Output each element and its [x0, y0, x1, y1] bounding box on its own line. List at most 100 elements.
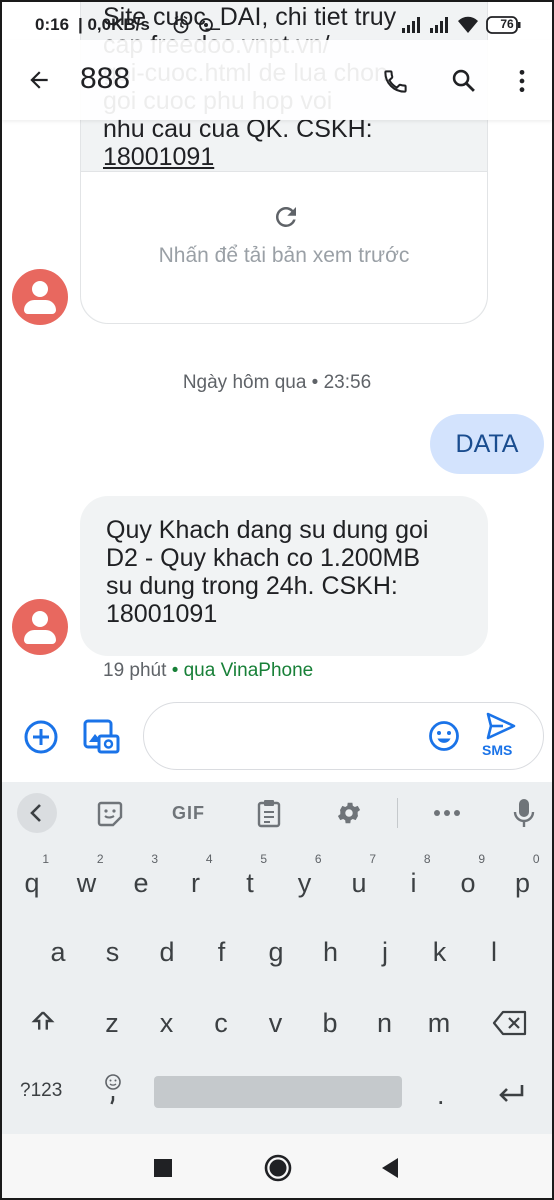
message-input[interactable] — [143, 702, 544, 770]
keyboard: GIF q1w2e3r4t5y6u7i8o9p0 asdfghjkl zxcvb… — [2, 782, 552, 1134]
emoji-icon[interactable] — [428, 720, 460, 752]
toolbar-divider — [397, 798, 398, 828]
chevron-left-icon[interactable] — [16, 792, 58, 834]
key-a[interactable]: a — [43, 937, 73, 968]
key-label: k — [432, 937, 447, 967]
key-number-hint: 9 — [478, 852, 485, 866]
phone-call-icon[interactable] — [382, 68, 409, 95]
key-number-hint: 6 — [314, 852, 322, 866]
key-label: a — [50, 937, 66, 967]
key-label: q — [24, 868, 40, 898]
message-meta: 19 phút • qua VinaPhone — [103, 660, 313, 682]
key-b[interactable]: b — [315, 1008, 345, 1039]
key-number-hint: 5 — [260, 852, 267, 866]
key-n[interactable]: n — [370, 1008, 400, 1039]
key-g[interactable]: g — [261, 937, 291, 968]
space-bar[interactable] — [154, 1076, 402, 1108]
message-bubble-received[interactable]: Quy Khach dang su dung goi D2 - Quy khac… — [80, 496, 488, 656]
key-label: z — [105, 1008, 119, 1038]
emoji-comma-key-icon[interactable] — [102, 1072, 124, 1108]
key-number-hint: 0 — [532, 852, 540, 866]
enter-return-icon[interactable] — [496, 1082, 526, 1106]
key-label: y — [297, 868, 312, 898]
phone-link[interactable]: 18001091 — [103, 143, 214, 171]
send-icon[interactable] — [486, 712, 516, 740]
key-p[interactable]: p0 — [508, 852, 540, 899]
key-number-hint: 3 — [151, 852, 158, 866]
key-m[interactable]: m — [424, 1008, 454, 1039]
date-divider: Ngày hôm qua • 23:56 — [182, 372, 372, 393]
add-circle-icon[interactable] — [23, 719, 59, 755]
shift-arrow-icon[interactable] — [30, 1008, 56, 1034]
key-l[interactable]: l — [479, 937, 509, 968]
key-e[interactable]: e3 — [126, 852, 158, 899]
key-s[interactable]: s — [98, 937, 128, 968]
app-header: 888 — [2, 40, 552, 120]
key-j[interactable]: j — [370, 937, 400, 968]
gif-button[interactable]: GIF — [172, 803, 205, 824]
key-r[interactable]: r4 — [181, 852, 213, 899]
status-time: 0:16 — [35, 15, 70, 34]
key-y[interactable]: y6 — [290, 852, 322, 899]
key-label: c — [214, 1008, 228, 1038]
key-d[interactable]: d — [152, 937, 182, 968]
more-horiz-icon[interactable] — [433, 809, 461, 817]
key-i[interactable]: i8 — [399, 852, 431, 899]
key-v[interactable]: v — [261, 1008, 291, 1039]
status-data-rate: | 0,0KB/s — [78, 15, 150, 34]
more-vert-icon[interactable] — [512, 68, 532, 94]
key-label: t — [246, 868, 254, 898]
key-k[interactable]: k — [425, 937, 455, 968]
conversation-title: 888 — [80, 62, 131, 95]
back-arrow-icon[interactable] — [26, 67, 52, 93]
backspace-icon[interactable] — [492, 1010, 528, 1036]
contact-avatar[interactable] — [12, 269, 68, 325]
system-navigation-bar — [2, 1134, 552, 1198]
microphone-icon[interactable] — [512, 797, 536, 829]
key-o[interactable]: o9 — [453, 852, 485, 899]
send-sms-label[interactable]: SMS — [482, 742, 512, 758]
key-label: p — [514, 868, 531, 898]
recents-square-icon[interactable] — [154, 1159, 172, 1177]
key-x[interactable]: x — [152, 1008, 182, 1039]
key-f[interactable]: f — [207, 937, 237, 968]
link-preview[interactable]: Nhấn để tải bản xem trước — [81, 171, 487, 323]
key-label: b — [322, 1008, 338, 1038]
alarm-icon — [173, 15, 213, 34]
message-composer: SMS — [2, 698, 552, 782]
key-label: w — [76, 868, 97, 898]
search-icon[interactable] — [450, 67, 478, 95]
key-label: d — [159, 937, 175, 967]
clipboard-icon[interactable] — [256, 798, 282, 828]
key-number-hint: 8 — [423, 852, 431, 866]
key-t[interactable]: t5 — [235, 852, 267, 899]
key-label: u — [351, 868, 367, 898]
key-w[interactable]: w2 — [72, 852, 104, 899]
period-key[interactable]: . — [437, 1080, 445, 1111]
message-bubble-sent[interactable]: DATA — [430, 414, 544, 474]
key-label: x — [159, 1008, 174, 1038]
key-number-hint: 2 — [96, 852, 104, 866]
sticker-icon[interactable] — [96, 800, 124, 828]
keyboard-toolbar: GIF — [2, 782, 552, 844]
key-label: g — [268, 937, 284, 967]
person-icon-head — [32, 281, 48, 297]
gallery-camera-icon[interactable] — [82, 718, 120, 756]
key-label: s — [105, 937, 120, 967]
key-q[interactable]: q1 — [17, 852, 49, 899]
key-number-hint: 4 — [205, 852, 213, 866]
battery-level: 76 — [500, 17, 514, 31]
key-c[interactable]: c — [206, 1008, 236, 1039]
key-number-hint: 1 — [42, 852, 49, 866]
contact-avatar[interactable] — [12, 599, 68, 655]
back-triangle-icon[interactable] — [380, 1156, 400, 1180]
settings-gear-icon[interactable] — [335, 799, 363, 827]
home-circle-icon[interactable] — [263, 1153, 293, 1183]
key-z[interactable]: z — [97, 1008, 127, 1039]
preview-load-text: Nhấn để tải bản xem trước — [158, 244, 410, 267]
key-h[interactable]: h — [316, 937, 346, 968]
symbols-key[interactable]: ?123 — [20, 1080, 62, 1102]
refresh-icon — [275, 206, 296, 227]
key-label: m — [427, 1008, 451, 1038]
key-u[interactable]: u7 — [344, 852, 376, 899]
